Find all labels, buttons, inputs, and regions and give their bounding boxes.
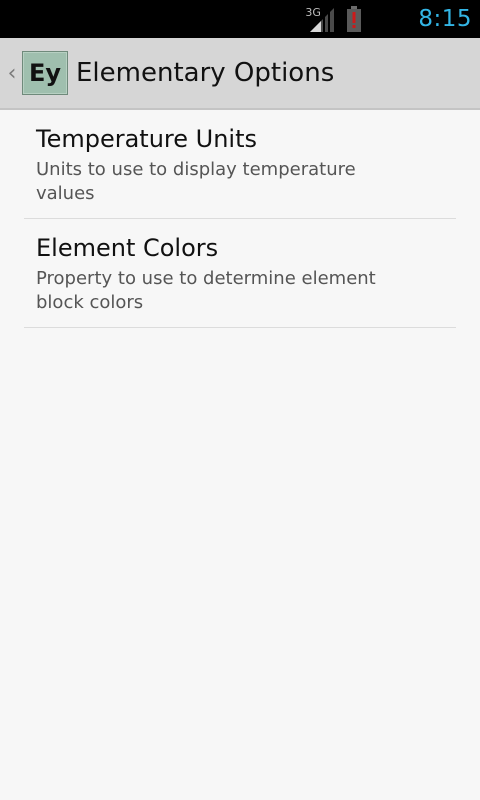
status-icons: 3G 8:15 xyxy=(305,0,472,38)
pref-temperature-units[interactable]: Temperature Units Units to use to displa… xyxy=(24,110,456,219)
preferences-list: Temperature Units Units to use to displa… xyxy=(24,110,456,328)
app-icon-text: Ey xyxy=(28,59,62,87)
pref-title: Element Colors xyxy=(36,234,219,262)
pref-summary: Units to use to display temperature valu… xyxy=(36,159,356,204)
status-bar: 3G 8:15 xyxy=(0,0,480,38)
battery-alert-icon xyxy=(347,6,362,32)
action-bar: ‹ Ey Elementary Options xyxy=(0,38,480,110)
signal-strength-icon xyxy=(310,8,335,32)
pref-summary: Property to use to determine element blo… xyxy=(36,268,376,313)
pref-title: Temperature Units xyxy=(36,125,258,153)
chevron-left-icon[interactable]: ‹ xyxy=(2,38,22,108)
page-title: Elementary Options xyxy=(76,58,335,88)
clock: 8:15 xyxy=(418,6,472,32)
pref-element-colors[interactable]: Element Colors Property to use to determ… xyxy=(24,219,456,328)
app-icon[interactable]: Ey xyxy=(22,51,68,95)
